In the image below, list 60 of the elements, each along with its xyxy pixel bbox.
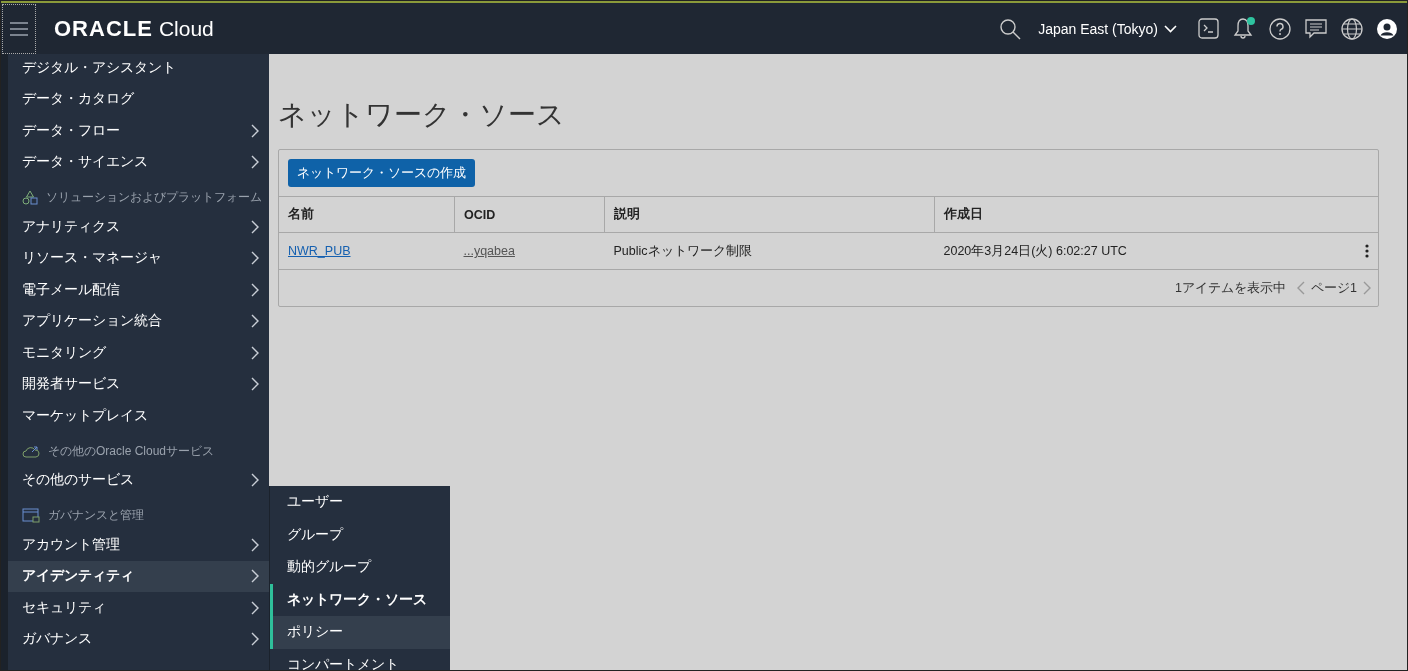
column-header: 説明 — [614, 207, 640, 221]
sidebar-item[interactable]: モニタリング — [8, 337, 269, 369]
submenu-item[interactable]: 動的グループ — [270, 551, 450, 584]
caret-icon — [1164, 24, 1177, 33]
column-header: OCID — [464, 207, 496, 222]
sidebar-item[interactable]: デジタル・アシスタント — [8, 54, 269, 84]
sidebar-item[interactable]: その他のサービス — [8, 464, 269, 496]
create-button[interactable]: ネットワーク・ソースの作成 — [288, 159, 475, 187]
name-link[interactable]: NWR_PUB — [288, 244, 351, 258]
menu-button[interactable] — [2, 3, 36, 54]
sidebar-item[interactable]: データ・サイエンス — [8, 146, 269, 178]
help-button[interactable] — [1269, 17, 1291, 40]
created-date-cell: 2020年3月24日(火) 6:02:27 UTC — [943, 242, 1127, 260]
sidebar-item[interactable]: セキュリティ — [8, 592, 269, 624]
cloud-shell-button[interactable] — [1198, 18, 1219, 39]
submenu-item[interactable]: グループ — [270, 518, 450, 551]
page-number: ページ1 — [1311, 279, 1357, 297]
logo-brand: ORACLE — [54, 15, 153, 42]
section-heading: ソリューションおよびプラットフォーム — [46, 189, 262, 206]
submenu-item[interactable]: ポリシー — [270, 616, 450, 649]
bell-icon — [1233, 17, 1255, 40]
sidebar-item[interactable]: アプリケーション統合 — [8, 305, 269, 337]
column-header: 名前 — [288, 207, 314, 221]
help-icon — [1269, 17, 1291, 40]
sidebar-item[interactable]: リソース・マネージャ — [8, 242, 269, 274]
profile-button[interactable] — [1377, 18, 1397, 39]
sidebar-item[interactable]: 開発者サービス — [8, 368, 269, 400]
ocid-link[interactable]: ...yqabea — [463, 244, 515, 258]
section-heading: ガバナンスと管理 — [48, 507, 144, 524]
chat-icon — [1305, 17, 1327, 40]
search-icon — [999, 17, 1022, 40]
sidebar-item[interactable]: ガバナンス — [8, 623, 269, 655]
item-count: 1アイテムを表示中 — [1175, 279, 1287, 297]
sidebar-item[interactable]: データ・フロー — [8, 115, 269, 147]
submenu-item[interactable]: ユーザー — [270, 486, 450, 519]
region-selector[interactable]: Japan East (Tokyo) — [1038, 20, 1177, 37]
globe-icon — [1341, 17, 1363, 40]
sidebar-item[interactable]: データ・カタログ — [8, 83, 269, 115]
sidebar-item[interactable]: 電子メール配信 — [8, 274, 269, 306]
sidebar-item[interactable]: アナリティクス — [8, 211, 269, 243]
sidebar-item[interactable]: マーケットプレイス — [8, 400, 269, 432]
kebab-menu-icon[interactable] — [1365, 244, 1369, 258]
window-lock-icon — [22, 508, 40, 523]
language-button[interactable] — [1341, 17, 1363, 40]
sidebar-item[interactable]: アイデンティティ — [8, 560, 269, 592]
submenu-item[interactable]: コンパートメント — [270, 648, 450, 670]
sidebar-item[interactable]: アカウント管理 — [8, 529, 269, 561]
column-header: 作成日 — [944, 207, 983, 221]
logo-product: Cloud — [158, 16, 214, 41]
notifications-button[interactable] — [1233, 17, 1255, 40]
menu-icon — [10, 21, 28, 36]
section-heading: その他のOracle Cloudサービス — [48, 442, 215, 460]
terminal-icon — [1198, 18, 1219, 39]
cloud-icon — [22, 444, 40, 458]
search-button[interactable] — [999, 17, 1022, 40]
avatar-icon — [1377, 18, 1397, 39]
feedback-button[interactable] — [1305, 17, 1327, 40]
shapes-icon — [22, 190, 38, 205]
description-cell: Publicネットワーク制限 — [613, 243, 752, 258]
page-title: ネットワーク・ソース — [278, 98, 566, 132]
